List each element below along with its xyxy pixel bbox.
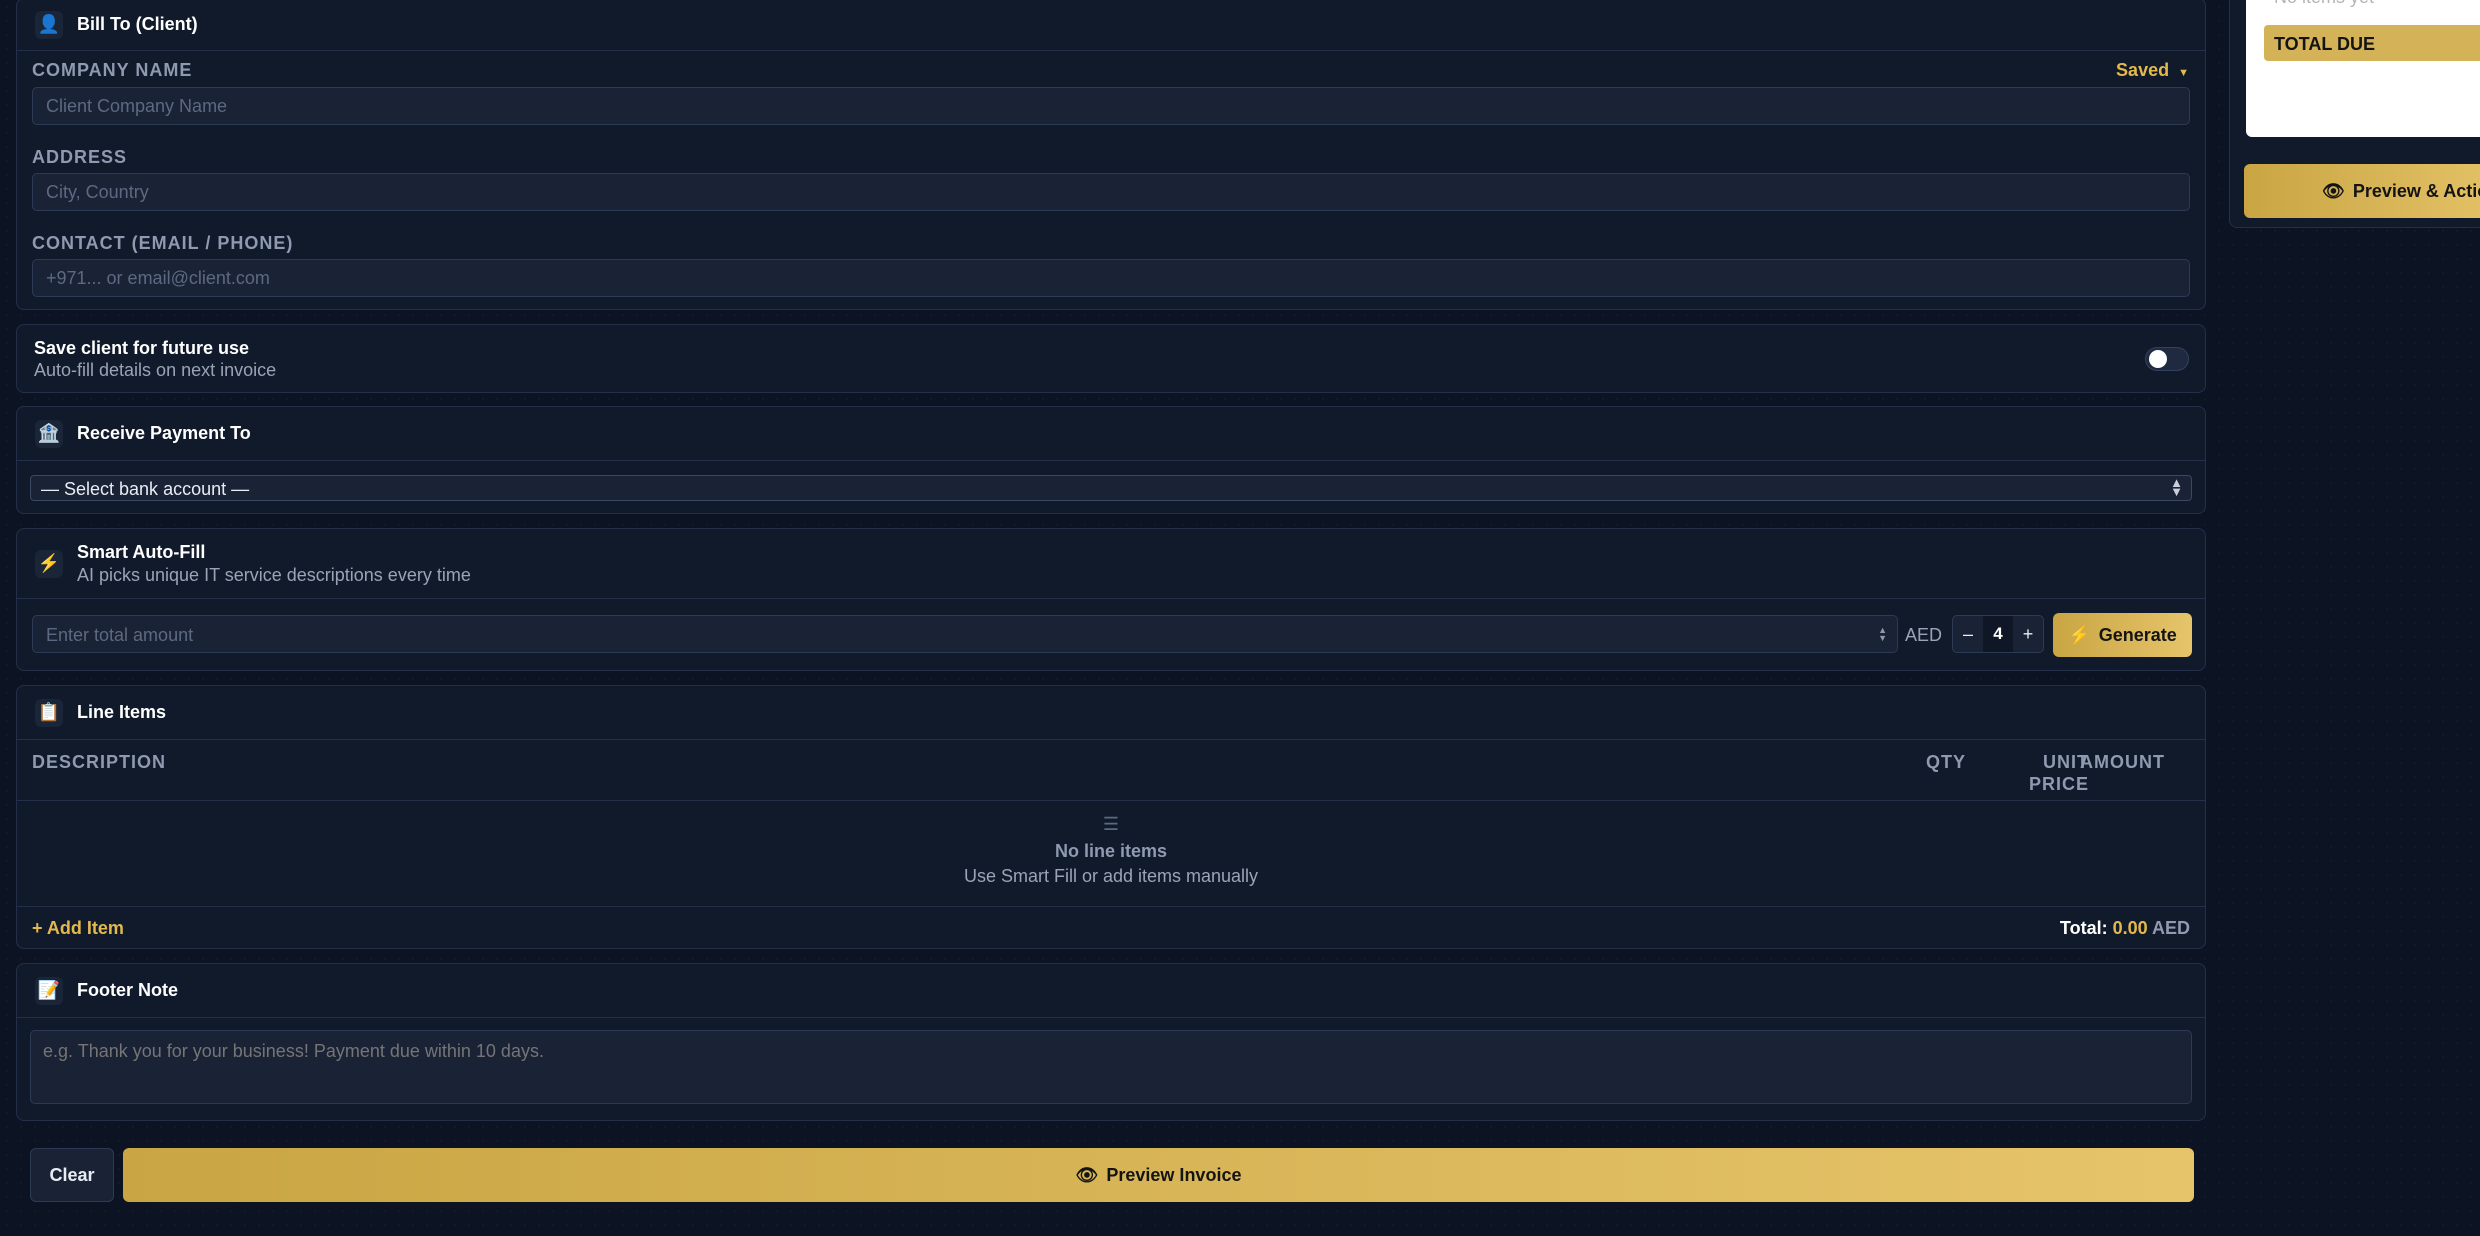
column-description: DESCRIPTION — [32, 752, 167, 772]
smart-fill-header: ⚡ Smart Auto-Fill AI picks unique IT ser… — [17, 529, 2205, 599]
saved-label: Saved — [2116, 60, 2170, 80]
count-value[interactable]: 4 — [1983, 616, 2013, 652]
company-name-label: COMPANY NAME — [32, 60, 193, 80]
payment-title: Receive Payment To — [77, 423, 251, 443]
preview-invoice-button[interactable]: 👁 Preview Invoice — [123, 1148, 2194, 1202]
clear-button[interactable]: Clear — [30, 1148, 114, 1202]
generate-label: Generate — [2098, 624, 2177, 645]
smart-fill-card: ⚡ Smart Auto-Fill AI picks unique IT ser… — [16, 528, 2206, 671]
generate-button[interactable]: ⚡ Generate — [2053, 613, 2192, 657]
list-icon: ☰ — [1102, 814, 1120, 834]
total-value: 0.00 — [2112, 918, 2148, 938]
line-items-header: 📋 Line Items — [17, 686, 2205, 740]
total-amount-placeholder: Enter total amount — [46, 625, 194, 645]
add-item-button[interactable]: + Add Item — [32, 918, 124, 939]
preview-invoice-label: Preview Invoice — [1106, 1164, 1242, 1185]
total-amount-input[interactable]: Enter total amount ▲ ▼ — [32, 615, 1898, 653]
select-arrows-icon: ▲ ▼ — [2170, 475, 2183, 499]
number-spinner-icon: ▲ ▼ — [1878, 625, 1887, 643]
address-input[interactable] — [32, 173, 2190, 211]
unit-price-line-2: PRICE — [2028, 774, 2089, 794]
empty-subtitle: Use Smart Fill or add items manually — [963, 866, 1259, 886]
saved-clients-dropdown[interactable]: Saved ▼ — [2116, 60, 2189, 81]
increment-button[interactable]: + — [2013, 624, 2043, 645]
contact-input[interactable] — [32, 259, 2190, 297]
footer-note-card: 📝 Footer Note — [16, 963, 2206, 1121]
currency-label: AED — [1905, 625, 1943, 645]
save-client-title: Save client for future use — [34, 338, 250, 358]
bank-account-select-value: — Select bank account — — [41, 479, 250, 499]
column-qty: QTY — [1926, 752, 1967, 772]
empty-state: ☰ No line items Use Smart Fill or add it… — [17, 800, 2205, 907]
empty-title: No line items — [1054, 841, 1168, 861]
footer-note-header: 📝 Footer Note — [17, 964, 2205, 1018]
lightning-icon: ⚡ — [2068, 624, 2091, 645]
address-label: ADDRESS — [32, 147, 128, 167]
invoice-preview-paper: No items yet TOTAL DUE — [2246, 0, 2480, 137]
total-label: Total: — [2059, 918, 2108, 938]
bank-account-select[interactable]: — Select bank account — ▲ ▼ — [30, 475, 2192, 501]
line-items-card: 📋 Line Items DESCRIPTION QTY UNIT PRICE … — [16, 685, 2206, 949]
toggle-knob — [2149, 350, 2167, 368]
payment-card: 🏦 Receive Payment To — Select bank accou… — [16, 406, 2206, 514]
line-items-table-header: DESCRIPTION QTY UNIT PRICE AMOUNT — [17, 740, 2205, 801]
preview-actions-button[interactable]: 👁 Preview & Actions — [2244, 164, 2480, 218]
bill-to-header: 👤 Bill To (Client) — [17, 0, 2205, 51]
user-icon: 👤 — [35, 10, 63, 39]
memo-icon: 📝 — [35, 976, 63, 1005]
column-amount: AMOUNT — [2080, 752, 2165, 772]
count-stepper: – 4 + — [1952, 615, 2044, 653]
eye-icon: 👁 — [1075, 1164, 1099, 1185]
line-items-title: Line Items — [77, 702, 167, 722]
decrement-button[interactable]: – — [1953, 624, 1983, 645]
footer-note-textarea[interactable] — [30, 1030, 2192, 1104]
clipboard-icon: 📋 — [35, 698, 63, 727]
bank-icon: 🏦 — [35, 419, 63, 448]
total-due-label: TOTAL DUE — [2274, 34, 2376, 54]
bill-to-title: Bill To (Client) — [77, 14, 198, 34]
bill-to-card: 👤 Bill To (Client) COMPANY NAME Saved ▼ … — [16, 0, 2206, 310]
total-due-bar: TOTAL DUE — [2264, 25, 2480, 61]
no-items-text: No items yet — [2274, 0, 2374, 8]
eye-icon: 👁 — [2322, 180, 2345, 201]
save-client-toggle[interactable] — [2145, 347, 2189, 371]
footer-note-title: Footer Note — [77, 980, 178, 1000]
side-panel: No items yet TOTAL DUE 👁 Preview & Actio… — [2229, 0, 2480, 228]
smart-fill-title: Smart Auto-Fill — [77, 541, 206, 562]
total-currency: AED — [2151, 918, 2190, 938]
preview-actions-label: Preview & Actions — [2352, 180, 2480, 201]
payment-header: 🏦 Receive Payment To — [17, 407, 2205, 461]
lightning-icon: ⚡ — [35, 549, 63, 578]
save-client-card: Save client for future use Auto-fill det… — [16, 324, 2206, 393]
line-items-total: Total: 0.00 AED — [2060, 918, 2190, 939]
contact-label: CONTACT (EMAIL / PHONE) — [32, 233, 294, 253]
smart-fill-subtitle: AI picks unique IT service descriptions … — [77, 564, 471, 585]
column-unit-price: UNIT PRICE — [2013, 751, 2089, 795]
chevron-down-icon: ▼ — [2178, 67, 2189, 79]
save-client-subtitle: Auto-fill details on next invoice — [34, 360, 277, 380]
company-name-input[interactable] — [32, 87, 2190, 125]
